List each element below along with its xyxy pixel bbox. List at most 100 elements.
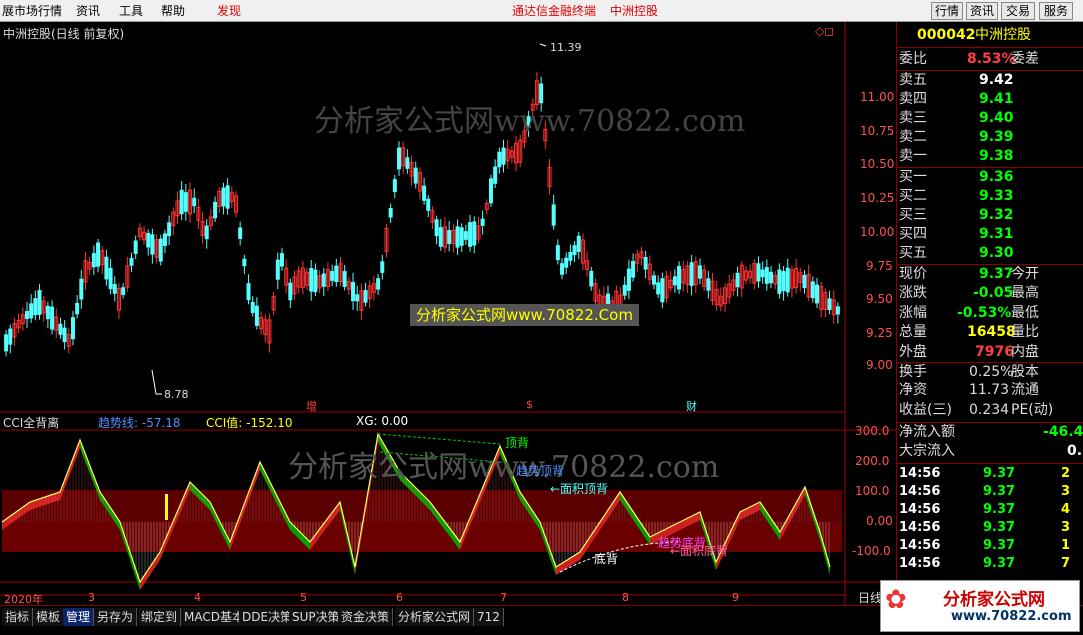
- bid-row[interactable]: 买三 9.32: [897, 206, 1083, 225]
- stat-value: -0.53%: [957, 304, 1012, 321]
- tick-row: 14:56 9.37 1: [897, 536, 1083, 554]
- tab-save-as[interactable]: 另存为: [94, 608, 138, 626]
- tick-price: 9.37: [983, 538, 1016, 553]
- ask-row[interactable]: 卖五 9.42: [897, 71, 1083, 90]
- watermark: 分析家公式网www.70822.com: [314, 104, 746, 139]
- price-tick: 9.50: [866, 292, 893, 306]
- stat-row: 涨幅 -0.53% 最低: [897, 304, 1083, 323]
- tab-fund[interactable]: 资金决策: [338, 608, 394, 626]
- ad-banner[interactable]: 分析家公式网www.70822.Com: [410, 304, 639, 326]
- price-tick: 9.75: [866, 259, 893, 273]
- bid-price: 9.30: [979, 245, 1014, 261]
- stat-label-right: 量比: [1011, 324, 1039, 341]
- price-tick: 10.75: [860, 124, 895, 138]
- bid-label: 买三: [899, 207, 927, 223]
- tick-list[interactable]: 14:56 9.37 2 14:56 9.37 3 14:56 9.37 4 14:56 9.…: [897, 463, 1083, 572]
- cci-tick: 300.0: [855, 424, 890, 438]
- tab-template[interactable]: 模板: [33, 608, 65, 626]
- menu-news[interactable]: 资讯: [76, 3, 100, 19]
- stat-label: 净资: [899, 382, 927, 399]
- stat-value: -0.05: [973, 285, 1014, 302]
- ask-row[interactable]: 卖一 9.38: [897, 147, 1083, 166]
- marker-finance[interactable]: 财: [686, 398, 697, 414]
- menu-market[interactable]: 展市场行情: [2, 3, 62, 19]
- annotation-area-top: ←面积顶背: [550, 482, 609, 496]
- price-tick: 9.00: [866, 358, 893, 372]
- news-button[interactable]: 资讯: [966, 2, 998, 20]
- tab-fxj[interactable]: 分析家公式网: [395, 608, 475, 626]
- high-price-label: 11.39: [550, 41, 582, 54]
- stat-value: 0.25%: [969, 363, 1014, 380]
- ask-row[interactable]: 卖三 9.40: [897, 109, 1083, 128]
- stat-label: 收益(三): [899, 401, 952, 418]
- diamond-icon[interactable]: ◇◻: [815, 24, 834, 38]
- trend-value: 趋势线: -57.18: [98, 416, 181, 430]
- stats-list: 现价 9.37 今开 涨跌 -0.05 最高 涨幅 -0.53% 最低 总量 16458 量比 …: [897, 264, 1083, 420]
- bid-label: 买五: [899, 245, 927, 261]
- tab-macd[interactable]: MACD基本: [181, 608, 248, 626]
- stat-label: 涨跌: [899, 285, 927, 302]
- ask-label: 卖三: [899, 110, 927, 126]
- logo-title: 分析家公式网: [943, 590, 1045, 610]
- tab-manage[interactable]: 管理: [63, 608, 95, 626]
- tab-dde[interactable]: DDE决策: [239, 608, 297, 626]
- xg-value: XG: 0.00: [356, 414, 409, 428]
- period-selector[interactable]: 日线: [858, 589, 882, 606]
- tab-bind-to[interactable]: 绑定到: [138, 608, 182, 626]
- tick-time: 14:56: [899, 556, 941, 571]
- ask-row[interactable]: 卖四 9.41: [897, 90, 1083, 109]
- tick-row: 14:56 9.37 3: [897, 518, 1083, 536]
- stat-label-right: 股本: [1011, 363, 1039, 380]
- bid-row[interactable]: 买一 9.36: [897, 168, 1083, 187]
- quotes-button[interactable]: 行情: [931, 2, 963, 20]
- cci-tick: 200.0: [855, 454, 890, 468]
- logo-url: www.70822.com: [951, 609, 1072, 624]
- tick-time: 14:56: [899, 520, 941, 535]
- tab-indicator[interactable]: 指标: [2, 608, 34, 626]
- date-label: 3: [88, 591, 95, 604]
- stat-label: 涨幅: [899, 304, 927, 321]
- tab-712[interactable]: 712: [474, 608, 504, 626]
- stat-row: 外盘 7976 内盘: [897, 343, 1083, 362]
- block-label: 大宗流入: [899, 443, 955, 459]
- tab-sup[interactable]: SUP决策: [289, 608, 344, 626]
- ask-label: 卖四: [899, 91, 927, 107]
- stat-value: 9.37: [979, 266, 1014, 282]
- stat-row: 净资 11.73 流通: [897, 381, 1083, 400]
- tick-row: 14:56 9.37 4: [897, 500, 1083, 518]
- date-label: 4: [194, 591, 201, 604]
- bid-price: 9.36: [979, 169, 1014, 185]
- menu-tools[interactable]: 工具: [119, 3, 143, 19]
- menu-help[interactable]: 帮助: [161, 3, 185, 19]
- menu-discover[interactable]: 发现: [217, 3, 241, 19]
- bid-row[interactable]: 买四 9.31: [897, 225, 1083, 244]
- service-button[interactable]: 服务: [1039, 2, 1073, 20]
- marker-increase[interactable]: 增: [306, 398, 317, 414]
- trade-button[interactable]: 交易: [1001, 2, 1035, 20]
- net-inflow-value: -46.4: [1043, 424, 1083, 440]
- date-label: 6: [396, 591, 403, 604]
- stat-value: 0.234: [969, 401, 1010, 418]
- bid-label: 买四: [899, 226, 927, 242]
- bid-row[interactable]: 买五 9.30: [897, 244, 1083, 263]
- ask-price: 9.38: [979, 148, 1014, 164]
- bid-row[interactable]: 买二 9.33: [897, 187, 1083, 206]
- ask-row[interactable]: 卖二 9.39: [897, 128, 1083, 147]
- flow-section: 净流入额 -46.4 大宗流入 0.: [897, 422, 1083, 461]
- marker-dividend[interactable]: $: [526, 398, 533, 411]
- stat-row: 换手 0.25% 股本: [897, 361, 1083, 381]
- indicator-name[interactable]: CCI全背离: [3, 414, 59, 431]
- net-inflow-label: 净流入额: [899, 424, 955, 440]
- stat-label-right: 流通: [1011, 382, 1039, 399]
- stat-label: 现价: [899, 266, 927, 282]
- stat-row: 涨跌 -0.05 最高: [897, 284, 1083, 303]
- tick-time: 14:56: [899, 538, 941, 553]
- annotation-bottom-div: 底背: [594, 552, 619, 566]
- price-tick: 10.25: [860, 191, 895, 205]
- stat-label: 外盘: [899, 343, 927, 360]
- price-tick: 9.25: [866, 326, 893, 340]
- chart-area[interactable]: 中洲控股(日线 前复权) ◇◻ 11.39 8.78 11.00 10.75 1…: [0, 22, 896, 606]
- tick-volume: 2: [1061, 466, 1071, 481]
- stat-row: 现价 9.37 今开: [897, 265, 1083, 284]
- stat-row: 收益(三) 0.234 PE(动): [897, 401, 1083, 420]
